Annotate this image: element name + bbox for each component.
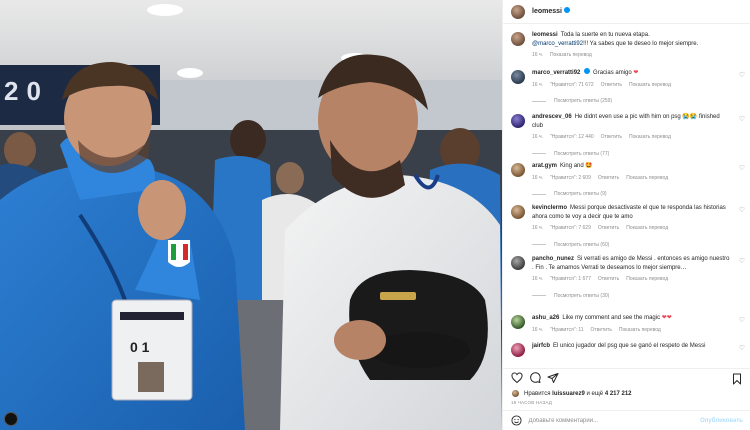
- caption-text: Toda la suerte en tu nueva etapa.: [560, 32, 650, 38]
- caption: leomessi Toda la suerte en tu nueva etapa…: [511, 31, 749, 60]
- like-heart-icon[interactable]: ♡: [739, 207, 745, 214]
- translate-link[interactable]: Показать перевод: [629, 81, 671, 90]
- post-actions: Нравится luissuarez9 и ещё 4 217 212 16 …: [503, 368, 750, 410]
- reply-button[interactable]: Ответить: [598, 174, 619, 183]
- heart-emoji: ❤: [633, 70, 639, 76]
- bookmark-icon[interactable]: [731, 372, 743, 385]
- comment-time: 16 ч.: [532, 326, 543, 333]
- author-username[interactable]: leomessi: [532, 7, 570, 15]
- comment-time: 16 ч.: [532, 225, 543, 231]
- like-heart-icon[interactable]: ♡: [739, 116, 745, 123]
- emoji-icon[interactable]: [511, 415, 522, 427]
- commenter-avatar[interactable]: [511, 163, 525, 177]
- comment-item: pancho_nunez Si verrati es amigo de Messi…: [511, 255, 749, 300]
- comment-likes[interactable]: "Нравится": 11: [550, 326, 584, 335]
- commenter-avatar[interactable]: [511, 315, 525, 329]
- comment-input[interactable]: [528, 417, 701, 424]
- commenter-avatar[interactable]: [511, 114, 525, 128]
- comment-item: kevinclermo Messi porque desactivaste el …: [511, 204, 749, 249]
- translate-link[interactable]: Показать перевод: [550, 51, 592, 60]
- commenter-username[interactable]: pancho_nunez: [532, 256, 574, 262]
- comments-list[interactable]: leomessi Toda la suerte en tu nueva etapa…: [503, 26, 750, 368]
- comment-item: andrescev_06 He didnt even use a pic with…: [511, 113, 749, 158]
- commenter-avatar[interactable]: [511, 256, 525, 270]
- verified-badge-icon: [584, 68, 591, 75]
- like-heart-icon[interactable]: ♡: [739, 72, 745, 79]
- commenter-username[interactable]: andrescev_06: [532, 114, 572, 120]
- comment-time: 16 ч.: [532, 174, 543, 181]
- comment-time: 16 ч.: [532, 134, 543, 140]
- view-replies[interactable]: Посмотреть ответы (77): [532, 150, 730, 159]
- commenter-username[interactable]: ashu_a26: [532, 315, 559, 321]
- liker-username[interactable]: luissuarez9: [552, 391, 585, 397]
- translate-link[interactable]: Показать перевод: [629, 133, 671, 142]
- view-replies[interactable]: Посмотреть ответы (30): [532, 292, 730, 301]
- comment-likes[interactable]: "Нравится": 2 609: [550, 174, 591, 183]
- like-heart-icon[interactable]: ♡: [739, 317, 745, 324]
- comment-likes[interactable]: "Нравится": 1 677: [550, 275, 591, 284]
- reply-button[interactable]: Ответить: [601, 81, 622, 90]
- likes-middle: и ещё: [586, 390, 604, 397]
- comment-likes[interactable]: "Нравится": 71 672: [550, 81, 594, 90]
- liker-avatar: [511, 389, 520, 398]
- tagged-people-icon[interactable]: [4, 412, 18, 426]
- comment-item: ashu_a26 Like my comment and see the magi…: [511, 314, 749, 334]
- comment-text: King and 🤩: [560, 163, 593, 169]
- photo-illustration: 20 0 1: [0, 0, 502, 430]
- caption-time: 16 ч.: [532, 52, 543, 58]
- translate-link[interactable]: Показать перевод: [626, 174, 668, 183]
- comment-item: marco_verratti92 Gracias amigo ❤ 16 ч. "Н…: [511, 68, 749, 106]
- like-heart-icon[interactable]: ♡: [739, 165, 745, 172]
- add-comment-bar: Опубликовать: [503, 410, 750, 430]
- heart-icon[interactable]: [511, 372, 523, 384]
- reply-button[interactable]: Ответить: [601, 133, 622, 142]
- author-avatar[interactable]: [511, 4, 525, 19]
- heart-emoji: ❤❤: [661, 315, 672, 321]
- commenter-username[interactable]: marco_verratti92: [532, 68, 591, 76]
- commenter-avatar[interactable]: [511, 343, 525, 357]
- likes-summary[interactable]: Нравится luissuarez9 и ещё 4 217 212: [511, 389, 632, 398]
- verified-badge-icon: [563, 7, 570, 14]
- reply-button[interactable]: Ответить: [598, 224, 619, 233]
- comment-text: Gracias amigo: [593, 70, 634, 76]
- caption-username[interactable]: leomessi: [532, 32, 558, 38]
- post-timestamp: 16 ЧАСОВ НАЗАД: [511, 400, 552, 405]
- like-heart-icon[interactable]: ♡: [739, 258, 745, 265]
- translate-link[interactable]: Показать перевод: [619, 326, 661, 335]
- caption-text-2: !!! Ya sabes que te deseo lo mejor siemp…: [583, 40, 699, 47]
- publish-button[interactable]: Опубликовать: [700, 418, 743, 424]
- share-icon[interactable]: [547, 372, 559, 384]
- commenter-username[interactable]: kevinclermo: [532, 205, 567, 211]
- commenter-avatar[interactable]: [511, 70, 525, 84]
- comment-text: El unico jugador del psg que se ganó el …: [553, 343, 706, 349]
- comment-text: Like my comment and see the magic: [562, 315, 662, 321]
- comment-time: 16 ч.: [532, 276, 543, 282]
- commenter-username[interactable]: arat.gym: [532, 163, 557, 169]
- translate-link[interactable]: Показать перевод: [626, 224, 668, 233]
- scoreboard-text: 20: [4, 76, 49, 106]
- reply-button[interactable]: Ответить: [591, 326, 612, 335]
- view-replies[interactable]: Посмотреть ответы (9): [532, 190, 730, 199]
- comment-icon[interactable]: [529, 372, 541, 384]
- comment-likes[interactable]: "Нравится": 7 629: [550, 224, 591, 233]
- comment-likes[interactable]: "Нравится": 12 440: [550, 133, 594, 142]
- post-side-panel: leomessi leomessi Toda la suerte en tu nu…: [502, 0, 750, 430]
- post-header: leomessi: [503, 0, 750, 24]
- view-replies[interactable]: Посмотреть ответы (60): [532, 241, 730, 250]
- commenter-username[interactable]: jairfcb: [532, 343, 550, 349]
- credential-number: 0 1: [130, 339, 150, 355]
- post-photo[interactable]: 20 0 1: [0, 0, 502, 430]
- reply-button[interactable]: Ответить: [598, 275, 619, 284]
- translate-link[interactable]: Показать перевод: [626, 275, 668, 284]
- likes-prefix: Нравится: [524, 390, 551, 397]
- comment-item: jairfcb El unico jugador del psg que se g…: [511, 342, 749, 357]
- comment-time: 16 ч.: [532, 81, 543, 88]
- commenter-avatar[interactable]: [511, 205, 525, 219]
- caption-mention-link[interactable]: @marco_verratti92: [532, 41, 583, 47]
- like-heart-icon[interactable]: ♡: [739, 345, 745, 352]
- comment-item: arat.gym King and 🤩 16 ч. "Нравится": 2 60…: [511, 162, 749, 199]
- author-avatar[interactable]: [511, 32, 525, 46]
- view-replies[interactable]: Посмотреть ответы (259): [532, 97, 730, 106]
- likes-count[interactable]: 4 217 212: [605, 391, 632, 397]
